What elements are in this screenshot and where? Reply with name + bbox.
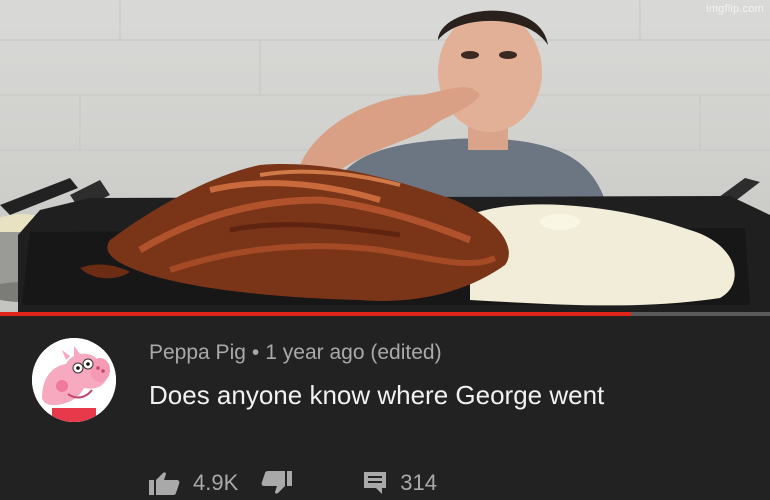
watermark-text: imgflip.com [706,3,764,15]
video-scene [0,0,770,312]
thumbs-down-icon [261,471,293,494]
peppa-pig-avatar-icon [32,338,116,422]
reply-count: 314 [400,470,437,495]
meta-separator: • [251,341,260,364]
avatar[interactable] [32,338,116,422]
thumbs-up-icon [149,472,180,495]
comment-text: Does anyone know where George went [149,380,605,410]
comment-author[interactable]: Peppa Pig [149,341,246,364]
comment-card: Peppa Pig • 1 year ago (edited) Does anyon… [0,316,770,500]
comment-timestamp[interactable]: 1 year ago (edited) [265,341,441,364]
comment-actions: 4.9K 314 [149,466,437,500]
like-button[interactable]: 4.9K [149,470,238,496]
like-count: 4.9K [193,470,239,495]
dislike-button[interactable] [260,471,293,495]
reply-icon [364,472,387,494]
video-frame[interactable]: imgflip.com [0,0,770,312]
comment-meta: Peppa Pig • 1 year ago (edited) [149,341,442,365]
reply-button[interactable]: 314 [362,470,437,496]
